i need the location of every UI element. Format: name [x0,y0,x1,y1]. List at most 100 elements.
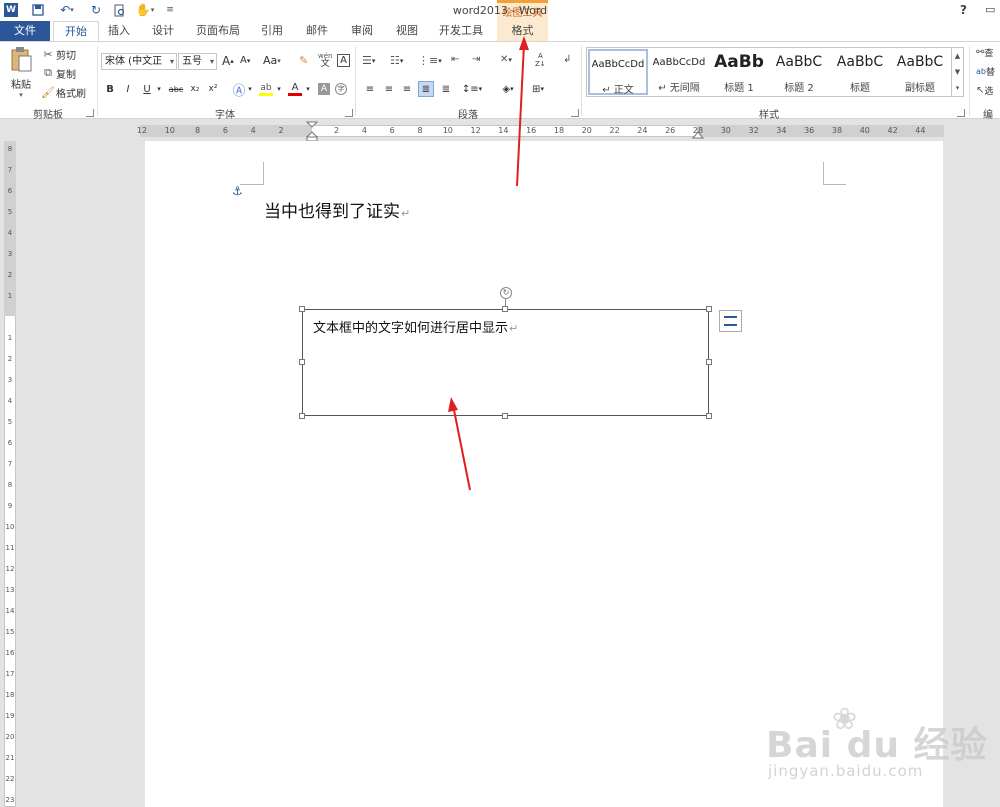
numbering-button[interactable]: ☷ ▾ [390,54,414,67]
shrink-font-button[interactable]: A ▾ [240,55,250,66]
resize-handle-bottom[interactable] [502,413,508,419]
tab-developer[interactable]: 开发工具 [435,21,487,41]
strikethrough-button[interactable]: abc [167,81,185,97]
tab-file[interactable]: 文件 [0,21,50,41]
tab-view[interactable]: 视图 [391,21,423,41]
more-styles-icon[interactable]: ▾ [952,80,963,96]
redo-icon[interactable]: ↻ [88,2,104,18]
chevron-down-icon[interactable]: ▼ [952,64,963,80]
underline-dropdown-icon[interactable]: ▾ [154,81,164,97]
text-effects-dropdown-icon[interactable]: ▾ [246,81,254,97]
style-heading-2[interactable]: AaBbC 标题 2 [769,49,829,95]
bold-button[interactable]: B [102,81,118,97]
resize-handle-bottom-right[interactable] [706,413,712,419]
resize-handle-bottom-left[interactable] [299,413,305,419]
multilevel-list-button[interactable]: ⋮≡ ▾ [418,54,444,67]
paste-button[interactable]: 粘贴 ▾ [6,46,36,102]
ruler-number: 13 [5,586,15,594]
tab-home[interactable]: 开始 [53,21,99,42]
ruler-number: 9 [7,502,13,510]
italic-button[interactable]: I [120,81,136,97]
show-marks-icon[interactable]: ↲ [563,54,571,65]
char-border-button[interactable]: A [337,54,350,67]
resize-handle-left[interactable] [299,359,305,365]
undo-icon[interactable]: ↶ ▾ [56,2,78,18]
style-heading-1[interactable]: AaBb 标题 1 [709,49,769,95]
clear-formatting-icon[interactable]: ✎ [299,54,308,67]
help-button[interactable]: ? [960,3,967,17]
style-subtitle[interactable]: AaBbC 副标题 [890,49,950,95]
style-title[interactable]: AaBbC 标题 [830,49,890,95]
align-center-icon[interactable]: ≡ [381,81,397,97]
highlight-button[interactable]: ab [258,81,274,97]
rotate-handle-icon[interactable]: ↻ [500,287,512,299]
style-normal[interactable]: AaBbCcDd ↵ 正文 [588,49,648,96]
find-button[interactable]: ⚯ 查 [976,46,993,59]
customize-qat-icon[interactable]: ≡ [164,2,176,18]
resize-handle-top[interactable] [502,306,508,312]
resize-handle-right[interactable] [706,359,712,365]
text-box-content[interactable]: 文本框中的文字如何进行居中显示↵ [313,317,518,336]
highlight-dropdown-icon[interactable]: ▾ [275,81,283,97]
bullets-button[interactable]: ☰ ▾ [362,54,386,67]
align-left-icon[interactable]: ≡ [362,81,378,97]
grow-font-button[interactable]: A ▴ [222,54,234,68]
style-name: 标题 [850,83,870,94]
print-preview-icon[interactable] [112,2,128,18]
align-right-icon[interactable]: ≡ [399,81,415,97]
body-paragraph[interactable]: 当中也得到了证实↵ [264,197,410,222]
ribbon-display-icon[interactable]: ▭ [985,3,995,16]
select-button[interactable]: ↖ 选 [976,84,993,97]
tab-page-layout[interactable]: 页面布局 [192,21,244,41]
font-size-dropdown[interactable]: 五号 ▾ [178,53,217,70]
styles-gallery-scroll[interactable]: ▲ ▼ ▾ [952,47,964,97]
font-launcher-icon[interactable] [345,109,353,117]
font-name-dropdown[interactable]: 宋体 (中文正 ▾ [101,53,177,70]
style-no-spacing[interactable]: AaBbCcDd ↵ 无间隔 [649,49,709,95]
shading-icon[interactable]: ◈ ▾ [496,81,520,97]
subscript-button[interactable]: x₂ [187,81,203,97]
clipboard-launcher-icon[interactable] [86,109,94,117]
tab-review[interactable]: 审阅 [346,21,378,41]
paragraph-launcher-icon[interactable] [571,109,579,117]
borders-icon[interactable]: ⊞ ▾ [526,81,550,97]
tab-mailings[interactable]: 邮件 [301,21,333,41]
tab-references[interactable]: 引用 [256,21,288,41]
layout-options-button[interactable] [719,310,742,332]
justify-icon[interactable]: ≣ [418,81,434,97]
replace-button[interactable]: ab 替 [976,65,995,78]
increase-indent-icon[interactable]: ⇥ [472,54,480,65]
right-indent-marker-icon[interactable] [692,130,704,140]
chinese-layout-icon[interactable]: ✕ ▾ [500,54,512,65]
font-color-dropdown-icon[interactable]: ▾ [304,81,312,97]
ruler-number: 36 [804,126,815,135]
text-effects-icon[interactable]: Ⓐ [231,81,247,99]
line-spacing-icon[interactable]: ↕≡ ▾ [461,81,483,97]
distributed-icon[interactable]: ≣ [438,81,454,97]
superscript-button[interactable]: x² [205,81,221,97]
tab-format[interactable]: 格式 [497,21,548,41]
tab-design[interactable]: 设计 [147,21,179,41]
styles-launcher-icon[interactable] [957,109,965,117]
sort-icon[interactable]: A Z↓ [535,52,546,68]
tab-insert[interactable]: 插入 [103,21,135,41]
format-painter-button[interactable]: 🖌 格式刷 [40,84,86,100]
text-box[interactable]: 文本框中的文字如何进行居中显示↵ [302,309,709,416]
save-icon[interactable] [30,2,46,18]
char-shading-button[interactable]: A [318,83,330,95]
resize-handle-top-left[interactable] [299,306,305,312]
chevron-up-icon[interactable]: ▲ [952,48,963,64]
indent-marker-icon[interactable] [306,121,318,143]
phonetic-guide-button[interactable]: wén 文 [318,52,332,69]
copy-icon: ⧉ [44,66,52,79]
ruler-number: 12 [470,126,481,135]
underline-button[interactable]: U [139,81,155,97]
enclose-chars-button[interactable]: 字 [335,83,347,95]
copy-button[interactable]: ⧉ 复制 [40,65,76,81]
resize-handle-top-right[interactable] [706,306,712,312]
touch-mode-icon[interactable]: ✋ ▾ [134,2,156,18]
decrease-indent-icon[interactable]: ⇤ [451,54,459,65]
font-color-button[interactable]: A [287,81,303,97]
cut-button[interactable]: ✂ 剪切 [40,46,76,62]
change-case-button[interactable]: Aa ▾ [263,54,281,67]
